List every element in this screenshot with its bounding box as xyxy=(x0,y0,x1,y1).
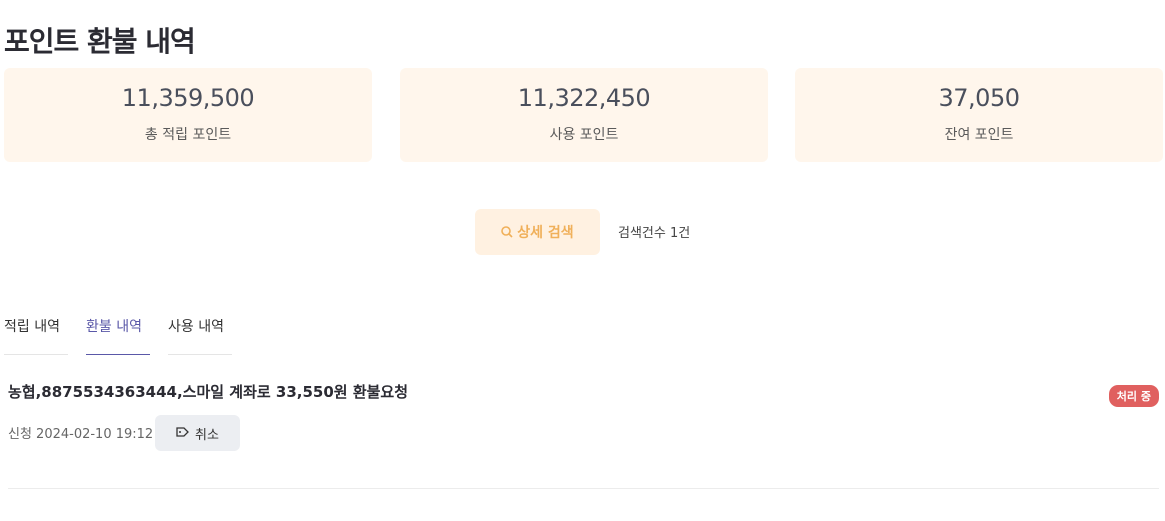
status-badge: 처리 중 xyxy=(1108,385,1159,407)
refund-request-date: 신청 2024-02-10 19:12 xyxy=(8,427,154,442)
remaining-points-label: 잔여 포인트 xyxy=(944,127,1014,143)
cancel-button[interactable]: 취소 xyxy=(155,415,240,451)
search-result-count: 검색건수 1건 xyxy=(618,226,691,241)
total-points-label: 총 적립 포인트 xyxy=(144,127,232,143)
page-title: 포인트 환불 내역 xyxy=(4,25,196,58)
used-points-value: 11,322,450 xyxy=(517,84,651,112)
search-icon xyxy=(501,226,513,238)
used-points-label: 사용 포인트 xyxy=(549,127,619,143)
refund-item-title: 농협,8875534363444,스마일 계좌로 33,550원 환불요청 xyxy=(8,383,409,401)
history-tabs: 적립 내역 환불 내역 사용 내역 xyxy=(4,312,232,355)
summary-card-remaining: 37,050 잔여 포인트 xyxy=(795,68,1163,162)
detail-search-label: 상세 검색 xyxy=(517,225,574,241)
divider xyxy=(8,488,1159,489)
tab-refund[interactable]: 환불 내역 xyxy=(86,312,150,355)
tab-earned[interactable]: 적립 내역 xyxy=(4,312,68,355)
cancel-label: 취소 xyxy=(195,427,219,443)
remaining-points-value: 37,050 xyxy=(938,84,1020,112)
total-points-value: 11,359,500 xyxy=(121,84,255,112)
summary-card-total: 11,359,500 총 적립 포인트 xyxy=(4,68,372,162)
tab-used[interactable]: 사용 내역 xyxy=(168,312,232,355)
detail-search-button[interactable]: 상세 검색 xyxy=(475,209,600,255)
tag-icon xyxy=(176,426,189,441)
summary-card-used: 11,322,450 사용 포인트 xyxy=(400,68,768,162)
